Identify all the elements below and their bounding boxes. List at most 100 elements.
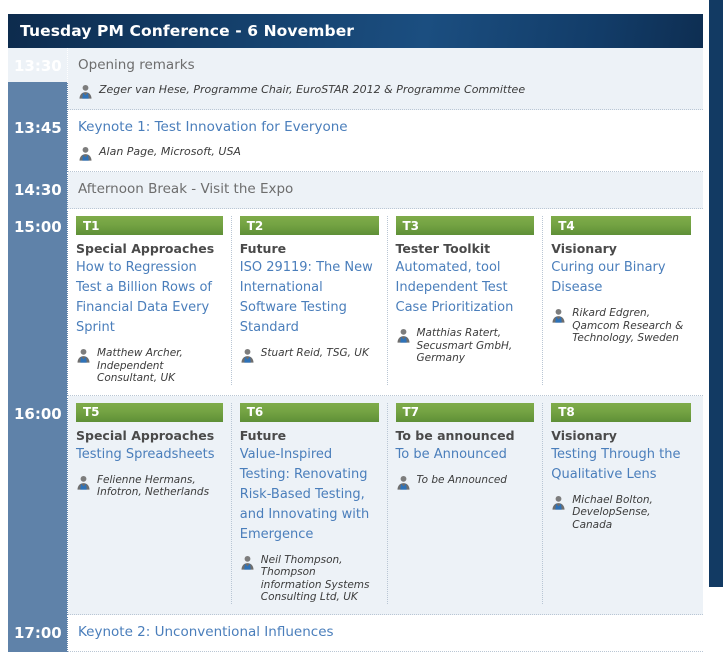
track-code-badge: T3 — [395, 216, 535, 235]
track-theme: Visionary — [551, 241, 617, 256]
track-columns: T5 Special Approaches Testing Spreadshee… — [76, 402, 699, 604]
session-title[interactable]: Keynote 2: Unconventional Influences — [76, 623, 697, 641]
speaker-name: Matthew Archer, Independent Consultant, … — [97, 347, 183, 384]
row-time: 13:45 — [8, 110, 68, 171]
speaker-line: Matthias Ratert, Secusmart GmbH, Germany — [396, 327, 535, 365]
speaker-name: Neil Thompson, Thompson information Syst… — [260, 553, 370, 604]
track-theme: Future — [239, 241, 287, 256]
session-title[interactable]: Keynote 1: Test Innovation for Everyone — [76, 118, 697, 136]
track-theme: Tester Toolkit — [395, 241, 491, 256]
person-icon — [552, 495, 565, 510]
speaker-name: Matthias Ratert, Secusmart GmbH, Germany — [416, 327, 513, 364]
schedule-row-1600: 16:00 T5 Special Approaches Testing Spre… — [8, 395, 703, 615]
track-code-badge: T6 — [239, 402, 379, 422]
person-icon — [79, 84, 92, 99]
person-icon — [79, 146, 92, 161]
speaker-icon — [76, 474, 91, 490]
track-columns: T1 Special Approaches How to Regression … — [76, 216, 699, 385]
speaker-icon — [240, 554, 255, 570]
track-theme: Special Approaches — [76, 241, 215, 256]
track-column-t6: T6 Future Value-Inspired Testing: Renova… — [232, 402, 388, 604]
schedule-row-1430: 14:30 Afternoon Break - Visit the Expo — [8, 172, 703, 209]
speaker-line: Neil Thompson, Thompson information Syst… — [240, 554, 379, 604]
speaker-icon — [396, 474, 411, 490]
track-session-title[interactable]: To be Announced — [396, 445, 535, 465]
person-icon — [552, 308, 565, 323]
session-title: Opening remarks — [78, 57, 195, 73]
track-column-t5: T5 Special Approaches Testing Spreadshee… — [76, 402, 232, 604]
person-icon — [241, 555, 254, 570]
speaker-line: To be Announced — [396, 474, 535, 490]
row-time: 16:00 — [8, 395, 68, 614]
speaker-name: Zeger van Hese, Programme Chair, EuroSTA… — [99, 83, 526, 96]
track-column-t4: T4 Visionary Curing our Binary Disease R… — [543, 216, 699, 385]
page-right-border — [709, 0, 723, 587]
track-theme: To be announced — [395, 427, 515, 443]
track-theme: Special Approaches — [76, 427, 215, 443]
speaker-icon — [240, 347, 255, 363]
speaker-name: Stuart Reid, TSG, UK — [260, 347, 369, 359]
track-code-badge: T8 — [551, 402, 691, 422]
session-title: Afternoon Break - Visit the Expo — [78, 181, 294, 197]
track-session-title[interactable]: ISO 29119: The New International Softwar… — [240, 258, 379, 338]
person-icon — [397, 328, 409, 343]
speaker-name: Felienne Hermans, Infotron, Netherlands — [97, 473, 210, 499]
person-icon — [77, 475, 90, 490]
speaker-line: Felienne Hermans, Infotron, Netherlands — [76, 474, 223, 499]
speaker-icon — [551, 494, 566, 510]
speaker-line: Zeger van Hese, Programme Chair, EuroSTA… — [76, 83, 697, 99]
track-session-title[interactable]: Automated, tool Independent Test Case Pr… — [396, 258, 535, 318]
person-icon — [397, 475, 409, 490]
speaker-name: To be Announced — [416, 473, 507, 486]
day-header: Tuesday PM Conference - 6 November — [8, 14, 703, 48]
track-column-t8: T8 Visionary Testing Through the Qualita… — [543, 402, 699, 604]
track-column-t2: T2 Future ISO 29119: The New Internation… — [232, 216, 388, 385]
track-session-title[interactable]: Value-Inspired Testing: Renovating Risk-… — [240, 445, 379, 545]
speaker-name: Alan Page, Microsoft, USA — [99, 145, 241, 158]
row-time: 14:30 — [8, 172, 68, 208]
track-session-title[interactable]: Testing Spreadsheets — [76, 445, 223, 465]
track-column-t1: T1 Special Approaches How to Regression … — [76, 216, 232, 385]
row-content: T1 Special Approaches How to Regression … — [68, 209, 703, 395]
track-column-t7: T7 To be announced To be Announced To be… — [388, 402, 544, 604]
row-time: 17:00 — [8, 614, 68, 651]
speaker-line: Alan Page, Microsoft, USA — [76, 145, 697, 161]
schedule-row-1345: 13:45 Keynote 1: Test Innovation for Eve… — [8, 110, 703, 172]
row-content: Opening remarks Zeger van Hese, Programm… — [68, 48, 703, 109]
track-code-badge: T1 — [76, 216, 223, 235]
schedule-row-1330: 13:30 Opening remarks Zeger van Hese, Pr… — [8, 48, 703, 110]
schedule-rows: 13:30 Opening remarks Zeger van Hese, Pr… — [8, 48, 703, 652]
speaker-line: Rikard Edgren, Qamcom Research & Technol… — [551, 307, 691, 345]
track-code-badge: T4 — [551, 216, 691, 235]
track-code-badge: T7 — [395, 402, 535, 422]
track-code-badge: T5 — [76, 402, 223, 422]
track-column-t3: T3 Tester Toolkit Automated, tool Indepe… — [388, 216, 544, 385]
row-content: Keynote 1: Test Innovation for Everyone … — [68, 110, 703, 171]
speaker-icon — [551, 307, 566, 323]
speaker-icon — [396, 327, 411, 343]
track-theme: Future — [239, 427, 287, 443]
conference-schedule-page: Tuesday PM Conference - 6 November 13:30… — [0, 0, 723, 652]
speaker-name: Rikard Edgren, Qamcom Research & Technol… — [572, 307, 684, 344]
speaker-icon — [78, 83, 93, 99]
person-icon — [241, 348, 254, 363]
row-time: 15:00 — [8, 209, 68, 395]
row-time: 13:30 — [8, 48, 68, 109]
track-session-title[interactable]: How to Regression Test a Billion Rows of… — [76, 258, 223, 338]
track-session-title[interactable]: Testing Through the Qualitative Lens — [551, 445, 691, 485]
page-right-gap — [703, 0, 709, 587]
speaker-line: Stuart Reid, TSG, UK — [240, 347, 379, 363]
track-session-title[interactable]: Curing our Binary Disease — [551, 258, 691, 298]
page-title: Tuesday PM Conference - 6 November — [20, 22, 355, 40]
speaker-name: Michael Bolton, DevelopSense, Canada — [572, 493, 653, 531]
speaker-icon — [78, 145, 93, 161]
schedule-table: Tuesday PM Conference - 6 November 13:30… — [8, 14, 703, 652]
speaker-icon — [76, 347, 91, 363]
track-code-badge: T2 — [239, 216, 379, 235]
track-theme: Visionary — [551, 427, 617, 443]
row-content: T5 Special Approaches Testing Spreadshee… — [68, 396, 703, 614]
person-icon — [77, 348, 90, 363]
speaker-line: Matthew Archer, Independent Consultant, … — [76, 347, 223, 385]
schedule-row-1700: 17:00 Keynote 2: Unconventional Influenc… — [8, 614, 703, 652]
row-content: Afternoon Break - Visit the Expo — [68, 172, 703, 208]
